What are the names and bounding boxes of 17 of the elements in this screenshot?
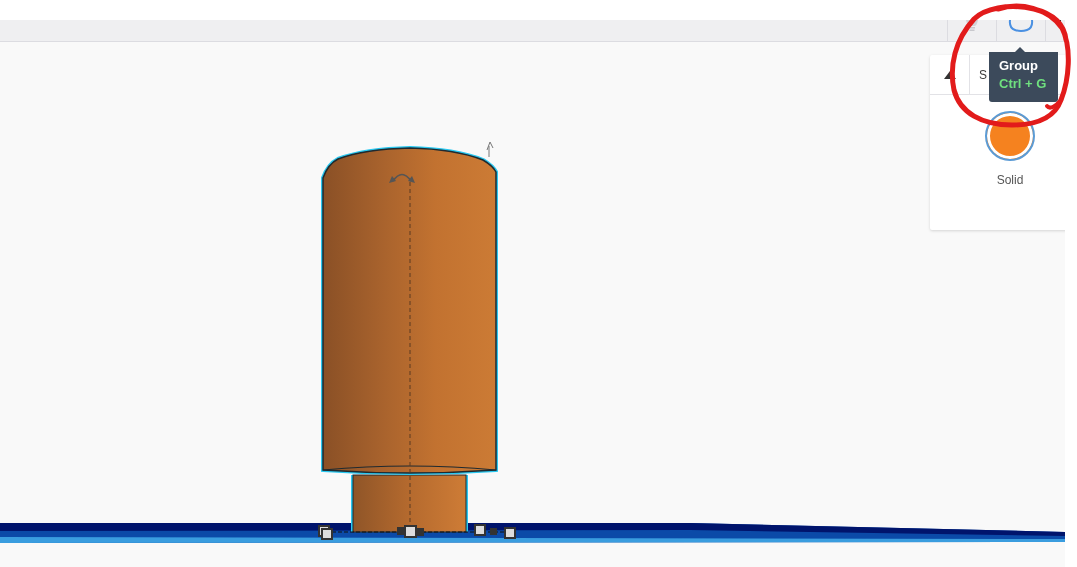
tooltip-title: Group [999, 57, 1039, 75]
collapse-icon [943, 70, 956, 79]
color-swatch-icon[interactable] [985, 111, 1035, 161]
mode-label: Solid [996, 172, 1024, 189]
resize-handle[interactable] [504, 527, 516, 539]
lift-handle[interactable] [417, 528, 424, 536]
panel-title: S [979, 67, 987, 82]
upper-cylinder[interactable] [321, 146, 498, 475]
resize-handle[interactable] [474, 524, 486, 536]
resize-handle[interactable] [404, 525, 417, 538]
lift-handle[interactable] [490, 528, 497, 535]
resize-handle[interactable] [318, 525, 333, 540]
lift-handle[interactable] [397, 527, 404, 535]
group-icon [1008, 20, 1034, 32]
up-arrow-icon[interactable] [486, 141, 494, 158]
lower-cylinder[interactable] [351, 474, 468, 533]
keyboard-shortcut: Ctrl + G [999, 75, 1048, 93]
